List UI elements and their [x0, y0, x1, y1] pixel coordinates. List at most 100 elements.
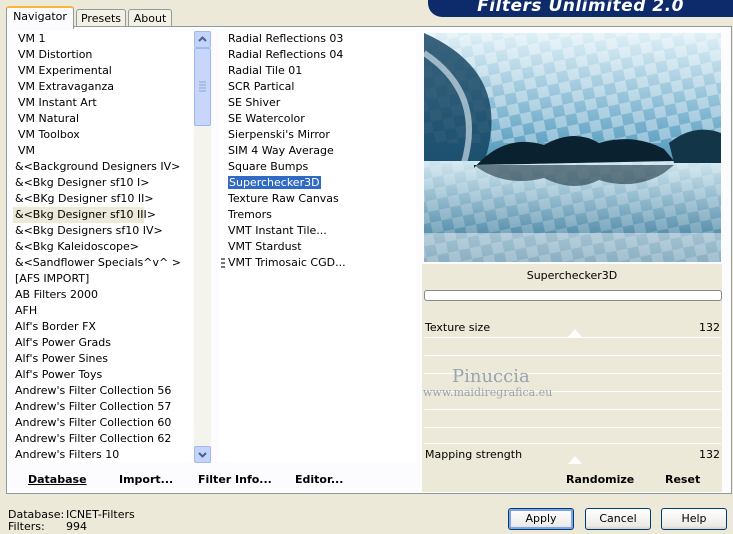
filter-item-label: SE Shiver	[228, 96, 281, 109]
empty-slot-4	[424, 409, 721, 410]
category-item[interactable]: VM Extravaganza	[13, 79, 194, 95]
category-item[interactable]: &<Bkg Designer sf10 III>	[13, 207, 156, 223]
help-button[interactable]: Help	[661, 508, 727, 530]
filter-item[interactable]: VMT Instant Tile...	[218, 223, 416, 239]
filter-item[interactable]: VMT Trimosaic CGD...	[218, 255, 416, 271]
filter-item[interactable]: SE Shiver	[218, 95, 416, 111]
category-item[interactable]: &<Bkg Kaleidoscope>	[13, 239, 194, 255]
editor-button-label: Editor...	[295, 473, 344, 486]
filter-item-label: VMT Instant Tile...	[228, 224, 327, 237]
app-title-banner: Filters Unlimited 2.0	[428, 0, 733, 17]
editor-button[interactable]: Editor...	[295, 471, 343, 488]
filter-item[interactable]: Tremors	[218, 207, 416, 223]
category-item[interactable]: Andrew's Filter Collection 62	[13, 431, 194, 447]
category-item[interactable]: &<Sandflower Specials^v^ >	[13, 255, 194, 271]
scroll-thumb[interactable]	[194, 48, 211, 126]
filter-info-button-label: Filter Info...	[198, 473, 272, 486]
filter-item-label: Tremors	[228, 208, 272, 221]
progress-bar	[424, 290, 722, 301]
category-item[interactable]: VM Toolbox	[13, 127, 194, 143]
filter-item[interactable]: Superchecker3D	[218, 175, 416, 191]
category-item[interactable]: &<Bkg Designer sf10 I>	[13, 175, 194, 191]
import-button[interactable]: Import...	[119, 471, 173, 488]
empty-slot-5	[424, 427, 721, 428]
mapping-strength-slider-thumb[interactable]	[568, 456, 582, 464]
mapping-strength-label: Mapping strength	[425, 448, 523, 461]
filter-list[interactable]: Radial Reflections 03 Radial Reflections …	[218, 31, 416, 463]
filter-item-label: Texture Raw Canvas	[228, 192, 339, 205]
scroll-up-button[interactable]	[194, 31, 211, 48]
filter-item-label: Square Bumps	[228, 160, 309, 173]
filter-item-label: SIM 4 Way Average	[228, 144, 334, 157]
filter-preview-image	[424, 33, 721, 262]
category-item[interactable]: &<Bkg Designers sf10 IV>	[13, 223, 194, 239]
category-item[interactable]: Andrew's Filter Collection 57	[13, 399, 194, 415]
empty-slot-6	[424, 443, 721, 444]
category-item[interactable]: VM Experimental	[13, 63, 194, 79]
category-item[interactable]: AB Filters 2000	[13, 287, 194, 303]
randomize-button[interactable]: Randomize	[566, 471, 634, 488]
watermark-url: www.maidiregrafica.eu	[423, 386, 553, 399]
filter-item-label: Radial Tile 01	[228, 64, 303, 77]
filter-item-label: SE Watercolor	[228, 112, 305, 125]
chevron-down-icon	[198, 452, 207, 458]
filter-item[interactable]: Sierpenski's Mirror	[218, 127, 416, 143]
tab-presets[interactable]: Presets	[76, 9, 126, 27]
category-item[interactable]: Alf's Border FX	[13, 319, 194, 335]
apply-button[interactable]: Apply	[508, 508, 574, 530]
filter-item-label: VMT Stardust	[228, 240, 302, 253]
category-item[interactable]: &<BKg Designer sf10 II>	[13, 191, 194, 207]
category-item[interactable]: &<Background Designers IV>	[13, 159, 194, 175]
category-item[interactable]: AFH	[13, 303, 194, 319]
watermark-name: Pinuccia	[452, 366, 530, 387]
filter-item[interactable]: SCR Partical	[218, 79, 416, 95]
texture-size-value: 132	[699, 321, 720, 334]
category-item[interactable]: VM Distortion	[13, 47, 194, 63]
category-scrollbar[interactable]	[194, 31, 211, 463]
category-item[interactable]: Andrew's Filter Collection 60	[13, 415, 194, 431]
mapping-strength-value: 132	[699, 448, 720, 461]
filter-item-label: Sierpenski's Mirror	[228, 128, 330, 141]
chevron-up-icon	[198, 36, 207, 42]
category-item[interactable]: VM 1	[13, 31, 194, 47]
category-item[interactable]: Andrew's Filter Collection 56	[13, 383, 194, 399]
texture-size-slider[interactable]	[424, 337, 721, 338]
filter-info-button[interactable]: Filter Info...	[198, 471, 272, 488]
category-item[interactable]: VM Natural	[13, 111, 194, 127]
category-item[interactable]: [AFS IMPORT]	[13, 271, 194, 287]
category-item[interactable]: VM Instant Art	[13, 95, 194, 111]
filter-item-label: Superchecker3D	[228, 176, 321, 189]
scroll-down-button[interactable]	[194, 446, 211, 463]
grip-icon	[199, 81, 206, 92]
filter-item-label: VMT Trimosaic CGD...	[228, 256, 346, 269]
category-item[interactable]: Alf's Power Sines	[13, 351, 194, 367]
empty-slot-1	[424, 355, 721, 356]
filter-item[interactable]: SE Watercolor	[218, 111, 416, 127]
filter-item[interactable]: Texture Raw Canvas	[218, 191, 416, 207]
filter-item[interactable]: SIM 4 Way Average	[218, 143, 416, 159]
category-item[interactable]: Alf's Power Toys	[13, 367, 194, 383]
tab-about[interactable]: About	[128, 9, 172, 27]
category-list[interactable]: VM 1 VM Distortion VM Experimental VM Extra…	[13, 31, 194, 463]
filter-item-label: Radial Reflections 03	[228, 32, 344, 45]
category-item[interactable]: VM	[13, 143, 194, 159]
texture-size-slider-thumb[interactable]	[568, 329, 582, 337]
database-button[interactable]: Database	[28, 471, 87, 488]
category-item[interactable]: Andrew's Filters 10	[13, 447, 194, 463]
database-button-label: Database	[28, 473, 87, 486]
filter-item[interactable]: Radial Reflections 03	[218, 31, 416, 47]
filter-item[interactable]: Square Bumps	[218, 159, 416, 175]
filter-item-label: Radial Reflections 04	[228, 48, 344, 61]
reset-button[interactable]: Reset	[665, 471, 700, 488]
filter-item[interactable]: VMT Stardust	[218, 239, 416, 255]
category-item[interactable]: Alf's Power Grads	[13, 335, 194, 351]
cancel-button[interactable]: Cancel	[585, 508, 651, 530]
filter-item-label: SCR Partical	[228, 80, 295, 93]
drag-handle-icon[interactable]	[221, 258, 225, 268]
filter-item[interactable]: Radial Reflections 04	[218, 47, 416, 63]
status-filters-label: Filters:	[8, 520, 45, 533]
filter-item[interactable]: Radial Tile 01	[218, 63, 416, 79]
import-button-label: Import...	[119, 473, 174, 486]
status-filters-value: 994	[66, 520, 87, 533]
tab-navigator[interactable]: Navigator	[6, 6, 74, 29]
